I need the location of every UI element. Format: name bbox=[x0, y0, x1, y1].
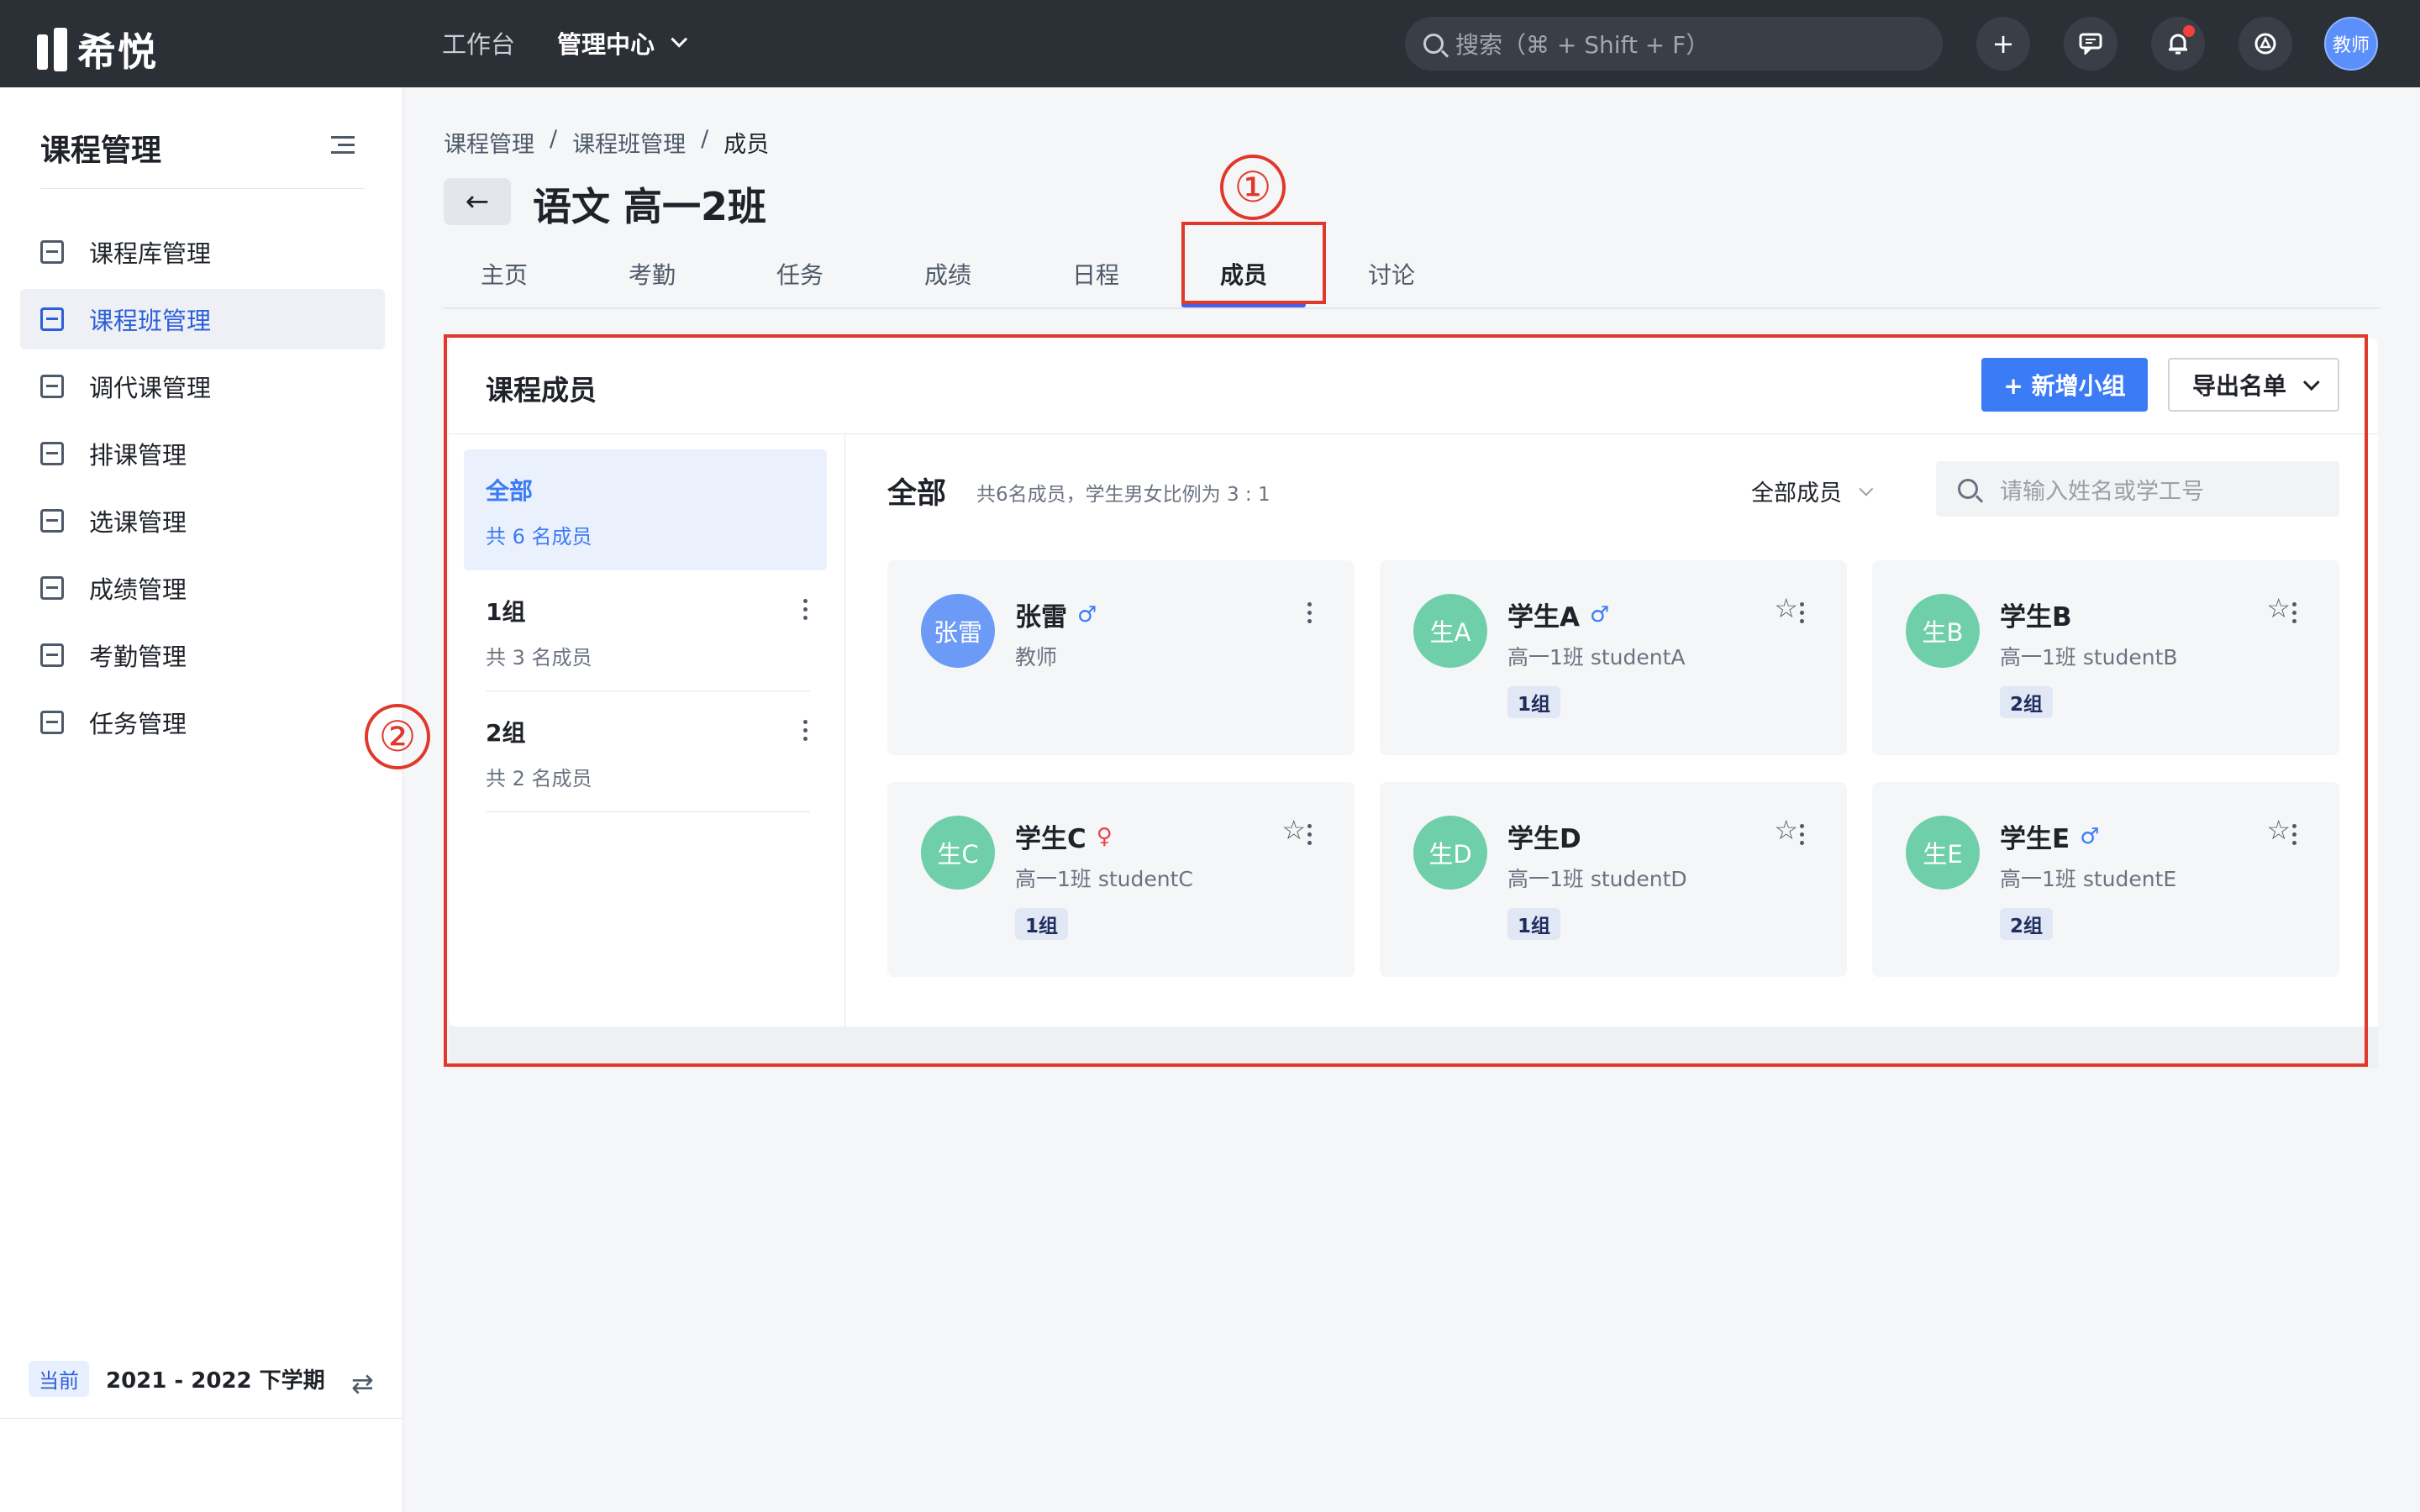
breadcrumb-members: 成员 bbox=[723, 132, 770, 158]
sidebar-item-label: 选课管理 bbox=[89, 508, 187, 537]
top-bar: 希悦 工作台 管理中心 搜索（⌘ + Shift + F） + 教师 bbox=[0, 0, 2420, 87]
sidebar-item-course-class[interactable]: 课程班管理 bbox=[20, 289, 385, 349]
sidebar-item-tasks[interactable]: 任务管理 bbox=[20, 692, 385, 753]
nav-workbench[interactable]: 工作台 bbox=[442, 25, 515, 60]
nav-workbench-label: 工作台 bbox=[442, 30, 516, 59]
sidebar-item-label: 课程库管理 bbox=[89, 239, 212, 268]
tab-schedule[interactable]: 日程 bbox=[1072, 257, 1119, 291]
logo-mark-icon bbox=[37, 28, 69, 71]
list-icon bbox=[40, 240, 64, 264]
nav-admin-center-label: 管理中心 bbox=[557, 30, 655, 59]
chevron-down-icon bbox=[671, 30, 688, 48]
sidebar-item-label: 排课管理 bbox=[89, 441, 187, 470]
notifications-button[interactable] bbox=[2151, 17, 2205, 71]
plus-icon: + bbox=[1991, 28, 2015, 60]
tab-grades[interactable]: 成绩 bbox=[924, 257, 971, 291]
sidebar-footer-divider bbox=[0, 1418, 403, 1419]
sidebar: 课程管理 课程库管理 课程班管理 调代课管理 排课管理 选课管理 成绩管理 考勤… bbox=[0, 87, 403, 1512]
global-search-placeholder: 搜索（⌘ + Shift + F） bbox=[1455, 31, 1710, 59]
breadcrumb-separator: / bbox=[550, 126, 558, 152]
sidebar-item-label: 任务管理 bbox=[89, 710, 187, 738]
switch-term-icon[interactable]: ⇄ bbox=[351, 1368, 374, 1399]
annotation-number-two: ② bbox=[365, 704, 430, 769]
current-term: 当前 2021 - 2022 下学期 bbox=[29, 1361, 325, 1397]
swap-course-icon bbox=[40, 375, 64, 398]
messages-button[interactable] bbox=[2064, 17, 2118, 71]
calendar-check-icon bbox=[40, 643, 64, 667]
breadcrumb: 课程管理 / 课程班管理 / 成员 bbox=[444, 126, 784, 159]
arrow-left-icon: ← bbox=[465, 185, 490, 218]
global-search-input[interactable]: 搜索（⌘ + Shift + F） bbox=[1405, 17, 1943, 71]
sidebar-item-label: 成绩管理 bbox=[89, 575, 187, 604]
grade-icon bbox=[40, 576, 64, 600]
sidebar-divider bbox=[40, 188, 365, 189]
sidebar-title: 课程管理 bbox=[40, 134, 162, 168]
sidebar-menu: 课程库管理 课程班管理 调代课管理 排课管理 选课管理 成绩管理 考勤管理 任务… bbox=[20, 222, 385, 759]
sidebar-item-label: 调代课管理 bbox=[89, 374, 212, 402]
breadcrumb-course-management[interactable]: 课程管理 bbox=[444, 126, 534, 159]
sidebar-item-attendance[interactable]: 考勤管理 bbox=[20, 625, 385, 685]
nav-admin-center[interactable]: 管理中心 bbox=[557, 25, 688, 60]
logo-text: 希悦 bbox=[77, 29, 158, 75]
tab-attendance[interactable]: 考勤 bbox=[629, 257, 676, 291]
sidebar-item-selection[interactable]: 选课管理 bbox=[20, 491, 385, 551]
sidebar-item-grades[interactable]: 成绩管理 bbox=[20, 558, 385, 618]
tab-home[interactable]: 主页 bbox=[481, 257, 528, 291]
chat-icon bbox=[2079, 33, 2102, 55]
sidebar-item-label: 课程班管理 bbox=[89, 307, 212, 335]
schedule-icon bbox=[40, 442, 64, 465]
sidebar-item-substitute[interactable]: 调代课管理 bbox=[20, 356, 385, 417]
tasks-icon bbox=[40, 711, 64, 734]
app-logo[interactable]: 希悦 bbox=[37, 22, 158, 77]
sidebar-item-course-library[interactable]: 课程库管理 bbox=[20, 222, 385, 282]
annotation-box-tab bbox=[1181, 222, 1326, 304]
top-nav: 工作台 管理中心 bbox=[442, 25, 723, 60]
add-button[interactable]: + bbox=[1976, 17, 2030, 71]
collapse-sidebar-icon[interactable] bbox=[331, 136, 355, 155]
sidebar-item-label: 考勤管理 bbox=[89, 643, 187, 671]
term-tag: 当前 bbox=[29, 1361, 89, 1397]
breadcrumb-separator: / bbox=[701, 126, 709, 152]
annotation-number-one: ① bbox=[1220, 155, 1286, 220]
apps-button[interactable] bbox=[2238, 17, 2292, 71]
tab-discussion[interactable]: 讨论 bbox=[1368, 257, 1415, 291]
annotation-box-card bbox=[444, 334, 2368, 1067]
user-avatar[interactable]: 教师 bbox=[2324, 17, 2378, 71]
sidebar-item-scheduling[interactable]: 排课管理 bbox=[20, 423, 385, 484]
tab-tasks[interactable]: 任务 bbox=[776, 257, 823, 291]
term-value: 2021 - 2022 下学期 bbox=[106, 1368, 325, 1394]
breadcrumb-course-class[interactable]: 课程班管理 bbox=[572, 126, 686, 159]
checkbox-icon bbox=[40, 509, 64, 533]
class-icon bbox=[40, 307, 64, 331]
notification-dot bbox=[2183, 25, 2195, 37]
page-title: 语文 高一2班 bbox=[533, 184, 767, 229]
user-avatar-label: 教师 bbox=[2332, 35, 2370, 56]
back-button[interactable]: ← bbox=[444, 178, 511, 225]
class-tabs: 主页 考勤 任务 成绩 日程 成员 讨论 bbox=[444, 244, 2380, 309]
compass-icon bbox=[2254, 33, 2276, 55]
search-icon bbox=[1423, 34, 1444, 54]
